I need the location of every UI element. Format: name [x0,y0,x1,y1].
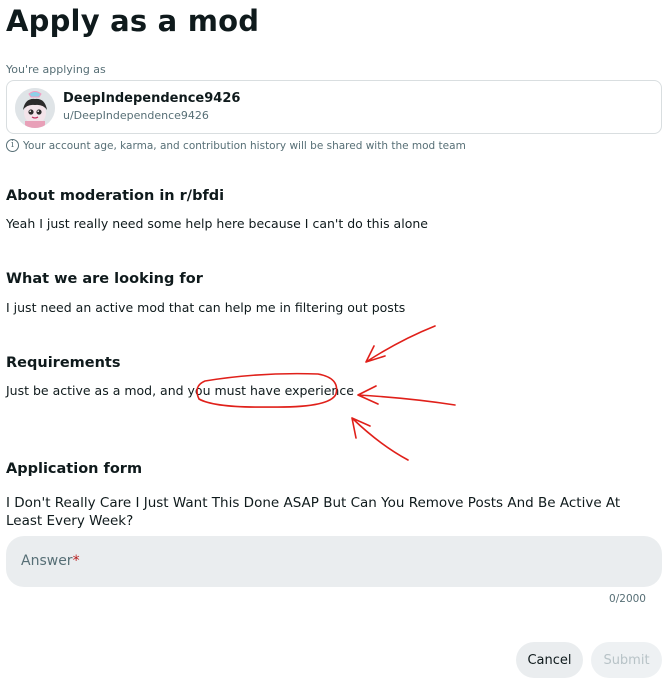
answer-input[interactable] [21,553,662,570]
user-card: DeepIndependence9426 u/DeepIndependence9… [6,80,662,134]
applying-as-label: You're applying as [6,63,106,76]
cancel-button[interactable]: Cancel [516,642,583,678]
looking-for-heading: What we are looking for [6,271,203,287]
looking-for-text: I just need an active mod that can help … [6,300,406,315]
submit-button[interactable]: Submit [591,642,662,678]
requirements-heading: Requirements [6,355,121,371]
privacy-notice: i Your account age, karma, and contribut… [6,139,466,152]
avatar [15,88,55,128]
application-form-heading: Application form [6,461,143,477]
answer-field[interactable]: Answer* [6,536,662,587]
about-moderation-text: Yeah I just really need some help here b… [6,216,428,231]
requirements-highlight: must have experience [214,383,354,398]
annotation-arrow-middle [357,385,456,406]
user-handle: u/DeepIndependence9426 [63,109,209,122]
requirements-text: Just be active as a mod, and you must ha… [6,383,354,398]
page-title: Apply as a mod [6,4,260,38]
privacy-notice-text: Your account age, karma, and contributio… [23,139,466,152]
requirements-text-start: Just be active as a mod, and you [6,383,215,398]
character-counter: 0/2000 [609,593,646,605]
annotation-arrow-bottom [351,417,409,461]
application-question: I Don't Really Care I Just Want This Don… [6,495,621,529]
about-moderation-heading: About moderation in r/bfdi [6,188,225,204]
annotation-arrow-top [365,325,436,363]
info-icon: i [6,139,19,152]
username: DeepIndependence9426 [63,91,241,106]
